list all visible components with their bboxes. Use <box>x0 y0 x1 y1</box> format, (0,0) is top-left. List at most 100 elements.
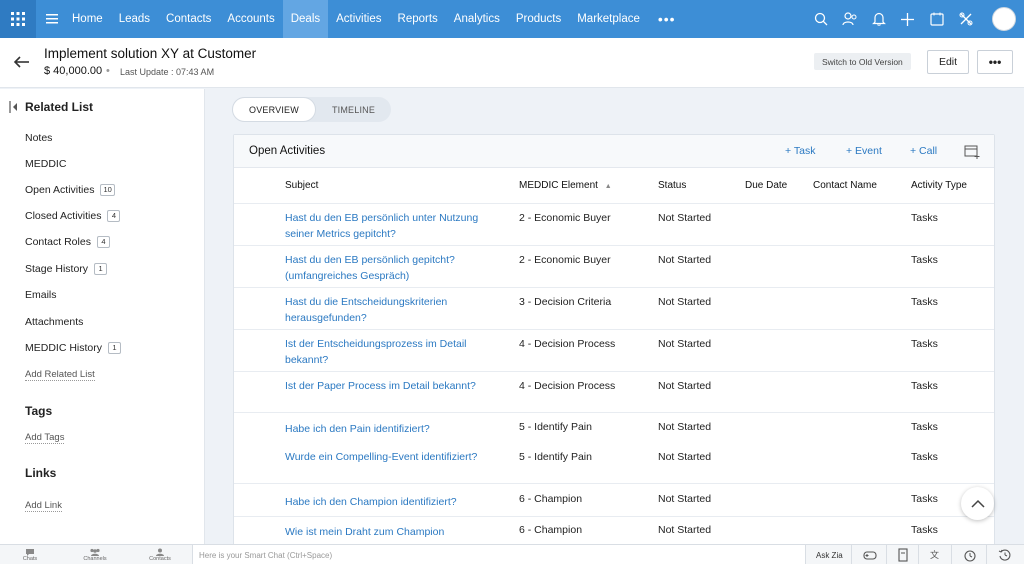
plus-icon[interactable] <box>893 0 922 38</box>
bottom-bar: Chats Channels Contacts Here is your Sma… <box>0 544 1024 564</box>
sidebar-item-label: MEDDIC History <box>25 342 103 354</box>
status-cell: Not Started <box>658 380 712 392</box>
add-event-button[interactable]: + Event <box>846 145 882 157</box>
sidebar-item-contact-roles[interactable]: Contact Roles 4 <box>25 236 110 248</box>
add-call-button[interactable]: + Call <box>910 145 937 157</box>
task-subject-link[interactable]: Hast du den EB persönlich gepitcht? (umf… <box>285 252 495 284</box>
sidebar-item-label: Open Activities <box>25 184 95 196</box>
menu-icon[interactable] <box>40 0 64 38</box>
add-related-list-link[interactable]: Add Related List <box>25 369 95 381</box>
count-badge: 1 <box>108 342 122 354</box>
meddic-element-cell: 2 - Economic Buyer <box>519 212 611 224</box>
column-status[interactable]: Status <box>658 180 686 191</box>
add-tags-link[interactable]: Add Tags <box>25 432 65 444</box>
add-link-link[interactable]: Add Link <box>25 500 62 512</box>
contacts-icon[interactable] <box>835 0 864 38</box>
sidebar-item-closed-activities[interactable]: Closed Activities 4 <box>25 210 121 222</box>
sidebar-item-stage-history[interactable]: Stage History 1 <box>25 263 108 275</box>
activity-type-cell: Tasks <box>911 380 938 392</box>
bell-icon[interactable] <box>864 0 893 38</box>
avatar[interactable] <box>992 7 1016 31</box>
sidebar-item-open-activities[interactable]: Open Activities 10 <box>25 184 115 196</box>
column-contact-name[interactable]: Contact Name <box>813 180 877 191</box>
contacts-button[interactable]: Contacts <box>146 545 174 564</box>
edit-button[interactable]: Edit <box>927 50 969 74</box>
nav-marketplace[interactable]: Marketplace <box>569 0 648 38</box>
search-icon[interactable] <box>806 0 835 38</box>
tab-timeline[interactable]: TIMELINE <box>316 97 391 122</box>
task-subject-link[interactable]: Ist der Entscheidungsprozess im Detail b… <box>285 336 495 368</box>
last-update: Last Update : 07:43 AM <box>120 67 215 77</box>
app-grid-icon[interactable] <box>0 0 36 38</box>
switch-old-version-button[interactable]: Switch to Old Version <box>814 53 911 70</box>
history-icon[interactable] <box>998 548 1012 562</box>
contact-icon <box>156 548 164 556</box>
ask-zia-button[interactable]: Ask Zia <box>816 545 843 564</box>
activity-type-cell: Tasks <box>911 296 938 308</box>
nav-leads[interactable]: Leads <box>111 0 158 38</box>
column-activity-type[interactable]: Activity Type <box>911 180 967 191</box>
status-cell: Not Started <box>658 421 712 433</box>
sidebar-item-label: Emails <box>25 289 57 301</box>
tab-overview[interactable]: OVERVIEW <box>232 97 316 122</box>
calendar-icon[interactable] <box>922 0 951 38</box>
count-badge: 4 <box>96 236 110 248</box>
sidebar-item-notes[interactable]: Notes <box>25 132 52 144</box>
note-icon[interactable] <box>896 548 910 562</box>
task-subject-link[interactable]: Hast du die Entscheidungskriterien herau… <box>285 294 495 326</box>
sidebar-item-attachments[interactable]: Attachments <box>25 316 83 328</box>
more-icon[interactable]: ••• <box>648 0 686 38</box>
meddic-element-cell: 4 - Decision Process <box>519 380 616 392</box>
activity-type-cell: Tasks <box>911 254 938 266</box>
task-subject-link[interactable]: Wie ist mein Draht zum Champion <box>285 524 495 540</box>
activity-type-cell: Tasks <box>911 524 938 536</box>
sidebar-item-meddic-history[interactable]: MEDDIC History 1 <box>25 342 122 354</box>
column-subject[interactable]: Subject <box>285 180 318 191</box>
nav-reports[interactable]: Reports <box>390 0 446 38</box>
divider <box>986 545 987 564</box>
collapse-sidebar-icon[interactable] <box>9 101 19 113</box>
sidebar-item-emails[interactable]: Emails <box>25 289 57 301</box>
nav-home[interactable]: Home <box>64 0 111 38</box>
chat-icon <box>26 549 34 556</box>
more-options-button[interactable]: ••• <box>977 50 1013 74</box>
task-subject-link[interactable]: Hast du den EB persönlich unter Nutzung … <box>285 210 495 242</box>
column-due-date[interactable]: Due Date <box>745 180 787 191</box>
status-cell: Not Started <box>658 296 712 308</box>
smart-chat-input[interactable]: Here is your Smart Chat (Ctrl+Space) <box>192 545 806 564</box>
nav-products[interactable]: Products <box>508 0 569 38</box>
column-meddic-element[interactable]: MEDDIC Element ▲ <box>519 180 612 191</box>
nav-activities[interactable]: Activities <box>328 0 389 38</box>
nav-deals[interactable]: Deals <box>282 0 329 38</box>
task-subject-link[interactable]: Ist der Paper Process im Detail bekannt? <box>285 378 495 394</box>
meddic-element-cell: 2 - Economic Buyer <box>519 254 611 266</box>
nav-accounts[interactable]: Accounts <box>219 0 282 38</box>
nav-analytics[interactable]: Analytics <box>446 0 508 38</box>
add-task-button[interactable]: + Task <box>785 145 815 157</box>
count-badge: 1 <box>94 263 108 275</box>
channels-icon <box>90 548 100 556</box>
chats-button[interactable]: Chats <box>18 545 42 564</box>
status-cell: Not Started <box>658 524 712 536</box>
nav-contacts[interactable]: Contacts <box>158 0 219 38</box>
panel-title: Open Activities <box>249 145 326 157</box>
translate-icon[interactable]: 文 <box>929 548 943 562</box>
back-arrow-icon[interactable] <box>12 52 32 72</box>
count-badge: 10 <box>100 184 115 196</box>
status-cell: Not Started <box>658 254 712 266</box>
column-label: MEDDIC Element <box>519 180 598 191</box>
task-subject-link[interactable]: Habe ich den Champion identifiziert? <box>285 494 495 510</box>
task-subject-link[interactable]: Wurde ein Compelling-Event identifiziert… <box>285 449 495 465</box>
activity-type-cell: Tasks <box>911 212 938 224</box>
task-subject-link[interactable]: Habe ich den Pain identifiziert? <box>285 421 495 437</box>
alarm-clock-icon[interactable] <box>963 548 977 562</box>
sidebar-item-meddic[interactable]: MEDDIC <box>25 158 66 170</box>
manage-columns-icon[interactable] <box>964 145 980 159</box>
scroll-to-top-button[interactable] <box>961 487 994 520</box>
row-divider <box>234 329 994 330</box>
meddic-element-cell: 3 - Decision Criteria <box>519 296 612 308</box>
row-divider <box>234 516 994 517</box>
channels-button[interactable]: Channels <box>80 545 110 564</box>
gamepad-icon[interactable] <box>863 548 877 562</box>
settings-tools-icon[interactable] <box>951 0 980 38</box>
